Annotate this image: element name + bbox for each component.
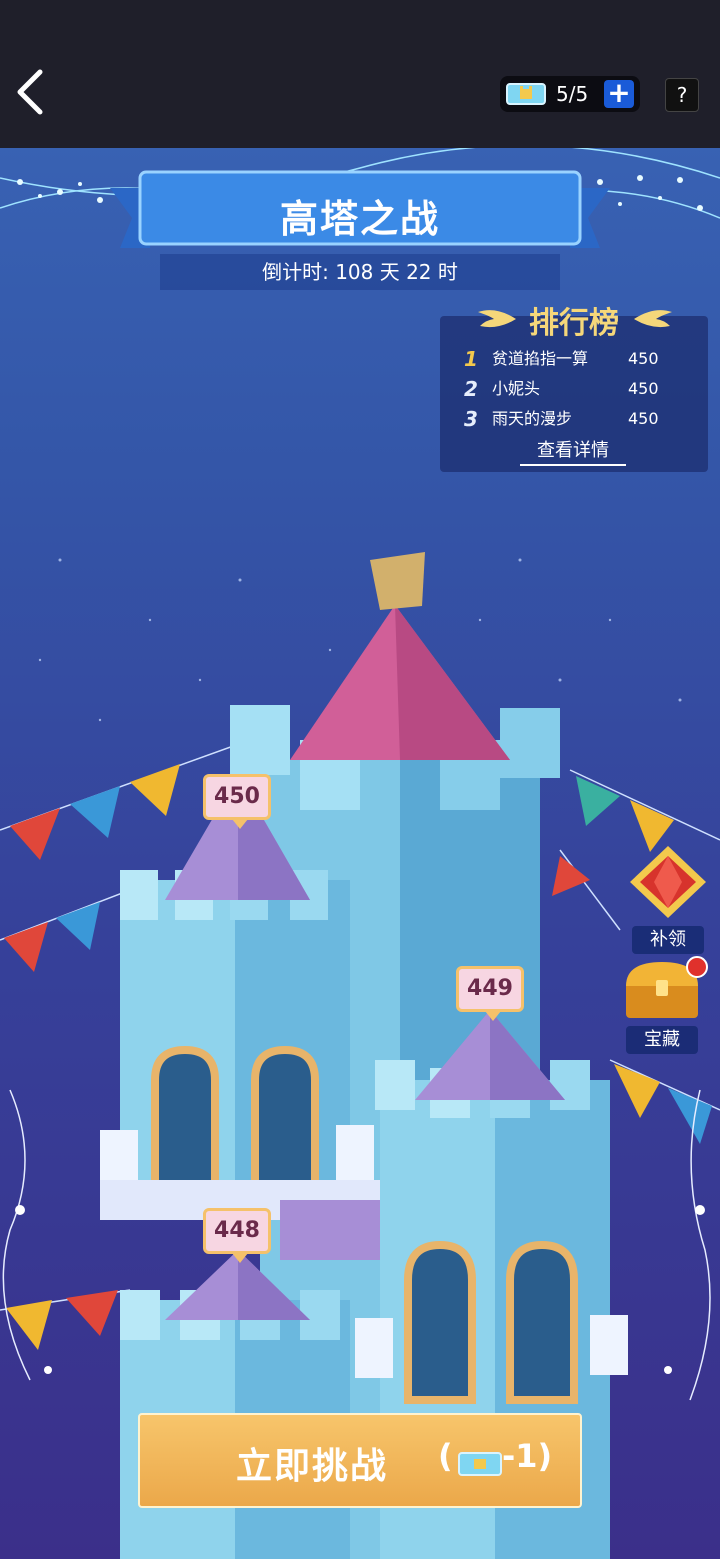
back-arrow-icon[interactable] — [10, 62, 50, 122]
reissue-label: 补领 — [632, 926, 704, 954]
add-ticket-button[interactable]: + — [604, 79, 634, 108]
bottom-left-tower — [120, 1250, 350, 1559]
red-gem-icon — [630, 846, 706, 918]
top-bar: 5/5 + ? — [0, 0, 720, 148]
castle-scene — [0, 552, 720, 1559]
leaderboard-row: 2 小妮头 450 — [464, 376, 694, 402]
leaderboard-panel: 排行榜 1 贫道掐指一算 450 2 小妮头 450 3 雨天的漫步 450 查… — [440, 306, 708, 472]
player-score: 450 — [628, 379, 659, 398]
ticket-counter: 5/5 + — [500, 76, 640, 112]
player-score: 450 — [628, 409, 659, 428]
player-score: 450 — [628, 349, 659, 368]
level-tag-bottom[interactable]: 448 — [203, 1208, 271, 1263]
rank-number: 2 — [464, 377, 478, 401]
ticket-count: 5/5 — [556, 82, 589, 106]
countdown-text: 倒计时: 108 天 22 时 — [262, 260, 458, 284]
challenge-button[interactable]: 立即挑战 ( -1) — [138, 1413, 582, 1508]
ticket-icon — [458, 1452, 502, 1476]
player-name: 小妮头 — [492, 379, 541, 398]
player-name: 贫道掐指一算 — [492, 349, 589, 368]
leaderboard-row: 1 贫道掐指一算 450 — [464, 346, 694, 372]
challenge-cost: -1) — [502, 1437, 553, 1475]
level-tag-top[interactable]: 450 — [203, 774, 271, 829]
treasure-button[interactable]: 宝藏 — [620, 956, 708, 1054]
challenge-label: 立即挑战 — [236, 1446, 389, 1487]
treasure-label: 宝藏 — [626, 1026, 698, 1054]
rank-number: 3 — [464, 407, 478, 431]
reissue-button[interactable]: 补领 — [626, 842, 710, 954]
event-title: 高塔之战 — [279, 197, 440, 241]
leaderboard-row: 3 雨天的漫步 450 — [464, 406, 694, 432]
level-tag-right[interactable]: 449 — [456, 966, 524, 1021]
view-details-link[interactable]: 查看详情 — [520, 438, 626, 466]
challenge-cost-open: ( — [438, 1437, 453, 1475]
help-button[interactable]: ? — [665, 78, 699, 112]
right-wing-icon — [634, 310, 672, 328]
notification-dot — [686, 956, 708, 978]
ticket-icon — [506, 83, 546, 105]
rank-number: 1 — [464, 347, 478, 371]
player-name: 雨天的漫步 — [492, 409, 573, 428]
